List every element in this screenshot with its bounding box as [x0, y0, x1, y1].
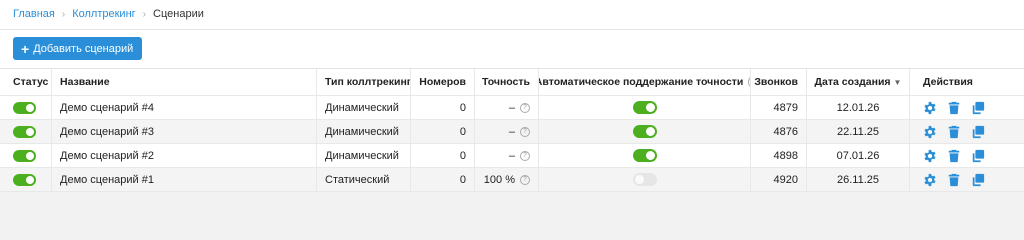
scenario-name[interactable]: Демо сценарий #2 — [52, 144, 317, 167]
status-cell — [0, 120, 52, 143]
chevron-right-icon: › — [61, 8, 66, 20]
copy-icon[interactable] — [971, 125, 985, 139]
table-row: Демо сценарий #3 Динамический 0 – ? 4876… — [0, 120, 1024, 144]
auto-accuracy-toggle[interactable] — [632, 149, 657, 162]
status-cell — [0, 168, 52, 191]
header-auto-accuracy: Автоматическое поддержание точности ? — [539, 69, 751, 95]
status-cell — [0, 144, 52, 167]
created-date: 22.11.25 — [807, 120, 910, 143]
auto-accuracy-toggle[interactable] — [632, 101, 657, 114]
trash-icon[interactable] — [947, 101, 961, 115]
scenario-name[interactable]: Демо сценарий #3 — [52, 120, 317, 143]
help-icon[interactable]: ? — [520, 174, 530, 185]
accuracy-cell: – ? — [475, 144, 539, 167]
created-date: 26.11.25 — [807, 168, 910, 191]
trash-icon[interactable] — [947, 173, 961, 187]
numbers-count: 0 — [411, 144, 475, 167]
header-auto-accuracy-label: Автоматическое поддержание точности — [539, 76, 744, 88]
trash-icon[interactable] — [947, 149, 961, 163]
copy-icon[interactable] — [971, 149, 985, 163]
tracking-type: Статический — [317, 168, 411, 191]
scenario-name-label: Демо сценарий #1 — [60, 173, 154, 186]
breadcrumb-home-link[interactable]: Главная — [13, 8, 55, 20]
settings-gear-icon[interactable] — [923, 125, 937, 139]
header-numbers: Номеров — [411, 69, 475, 95]
help-icon[interactable]: ? — [520, 126, 530, 137]
auto-accuracy-cell — [539, 96, 751, 119]
header-actions: Действия — [923, 76, 973, 88]
help-icon[interactable]: ? — [520, 102, 530, 113]
status-toggle[interactable] — [13, 173, 36, 186]
header-type: Тип коллтрекинга — [317, 69, 411, 95]
breadcrumb-current: Сценарии — [153, 8, 204, 20]
table-body: Демо сценарий #4 Динамический 0 – ? 4879… — [0, 96, 1024, 192]
accuracy-value: 100 % — [483, 173, 515, 186]
scenario-name[interactable]: Демо сценарий #1 — [52, 168, 317, 191]
auto-accuracy-cell — [539, 144, 751, 167]
help-icon[interactable]: ? — [520, 150, 530, 161]
auto-accuracy-cell — [539, 168, 751, 191]
scenario-name-label: Демо сценарий #3 — [60, 125, 154, 138]
actions-cell — [910, 120, 1024, 143]
tracking-type: Динамический — [317, 120, 411, 143]
table-row: Демо сценарий #1 Статический 0 100 % ? 4… — [0, 168, 1024, 192]
settings-gear-icon[interactable] — [923, 101, 937, 115]
plus-icon: + — [21, 40, 30, 57]
breadcrumb: Главная › Коллтрекинг › Сценарии — [13, 8, 204, 20]
chevron-right-icon: › — [142, 8, 147, 20]
trash-icon[interactable] — [947, 125, 961, 139]
accuracy-value: – — [508, 149, 515, 162]
calls-count: 4876 — [751, 120, 807, 143]
created-date: 07.01.26 — [807, 144, 910, 167]
calls-count: 4879 — [751, 96, 807, 119]
auto-accuracy-cell — [539, 120, 751, 143]
sort-desc-icon: ▼ — [893, 77, 902, 87]
tracking-type: Динамический — [317, 144, 411, 167]
accuracy-cell: – ? — [475, 120, 539, 143]
top-bar: Главная › Коллтрекинг › Сценарии — [0, 0, 1024, 30]
scenario-name-label: Демо сценарий #2 — [60, 149, 154, 162]
table-row: Демо сценарий #4 Динамический 0 – ? 4879… — [0, 96, 1024, 120]
status-toggle[interactable] — [13, 149, 36, 162]
numbers-count: 0 — [411, 96, 475, 119]
header-calls: Звонков — [751, 69, 807, 95]
accuracy-cell: – ? — [475, 96, 539, 119]
actions-cell — [910, 144, 1024, 167]
status-toggle[interactable] — [13, 101, 36, 114]
table-row: Демо сценарий #2 Динамический 0 – ? 4898… — [0, 144, 1024, 168]
scenarios-table: Статус Название Тип коллтрекинга Номеров… — [0, 68, 1024, 192]
numbers-count: 0 — [411, 168, 475, 191]
header-accuracy: Точность — [475, 69, 539, 95]
tracking-type: Динамический — [317, 96, 411, 119]
actions-cell — [910, 96, 1024, 119]
status-toggle[interactable] — [13, 125, 36, 138]
copy-icon[interactable] — [971, 173, 985, 187]
toolbar: + Добавить сценарий — [0, 30, 1024, 68]
header-status: Статус — [0, 69, 52, 95]
copy-icon[interactable] — [971, 101, 985, 115]
header-created-label: Дата создания — [814, 76, 891, 88]
accuracy-value: – — [508, 101, 515, 114]
status-cell — [0, 96, 52, 119]
settings-gear-icon[interactable] — [923, 173, 937, 187]
add-scenario-button[interactable]: + Добавить сценарий — [13, 37, 143, 60]
calls-count: 4920 — [751, 168, 807, 191]
actions-cell — [910, 168, 1024, 191]
settings-gear-icon[interactable] — [923, 149, 937, 163]
calls-count: 4898 — [751, 144, 807, 167]
header-name: Название — [52, 69, 317, 95]
created-date: 12.01.26 — [807, 96, 910, 119]
scenario-name-label: Демо сценарий #4 — [60, 101, 154, 114]
scenario-name[interactable]: Демо сценарий #4 — [52, 96, 317, 119]
auto-accuracy-toggle[interactable] — [632, 125, 657, 138]
table-header-row: Статус Название Тип коллтрекинга Номеров… — [0, 68, 1024, 96]
breadcrumb-calltracking-link[interactable]: Коллтрекинг — [72, 8, 135, 20]
auto-accuracy-toggle[interactable] — [632, 173, 657, 186]
numbers-count: 0 — [411, 120, 475, 143]
header-created[interactable]: Дата создания ▼ — [807, 69, 910, 95]
add-scenario-label: Добавить сценарий — [33, 42, 134, 55]
accuracy-value: – — [508, 125, 515, 138]
accuracy-cell: 100 % ? — [475, 168, 539, 191]
